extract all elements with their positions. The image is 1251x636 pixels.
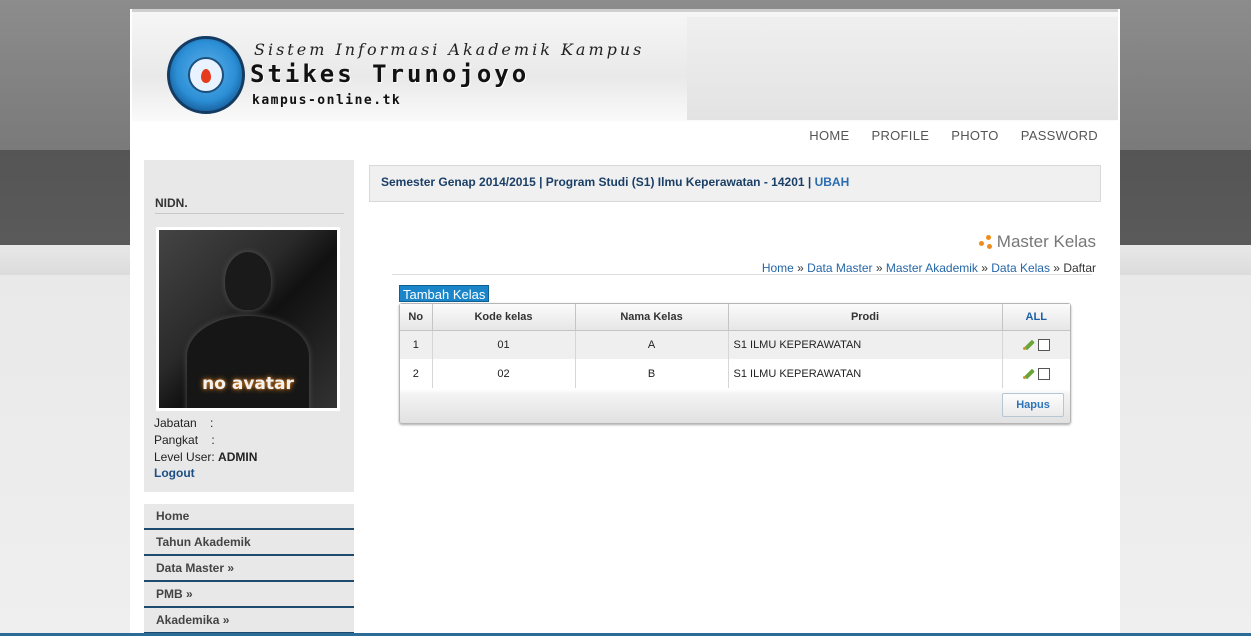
header-panel <box>687 17 1118 120</box>
cell-actions <box>1002 330 1070 359</box>
avatar-caption: no avatar <box>202 374 294 394</box>
page-container: Sistem Informasi Akademik Kampus Stikes … <box>130 9 1120 636</box>
col-header-kode: Kode kelas <box>432 304 576 331</box>
breadcrumb-home[interactable]: Home <box>762 261 794 275</box>
nav-photo[interactable]: PHOTO <box>951 128 999 143</box>
nidn-label: NIDN. <box>155 196 344 214</box>
cell-kode: 01 <box>432 330 576 359</box>
cell-nama: A <box>575 330 729 359</box>
site-subtitle: Sistem Informasi Akademik Kampus <box>254 40 645 59</box>
col-header-nama: Nama Kelas <box>575 304 729 331</box>
edit-pencil-icon[interactable] <box>1022 339 1035 351</box>
delete-button[interactable]: Hapus <box>1002 393 1064 417</box>
level-value: ADMIN <box>218 450 258 464</box>
cell-no: 2 <box>400 359 433 388</box>
sidebar-menu: Home Tahun Akademik Data Master » PMB » … <box>144 504 354 634</box>
col-header-no: No <box>400 304 433 331</box>
cell-prodi: S1 ILMU KEPERAWATAN <box>728 330 1003 359</box>
breadcrumb-data-master[interactable]: Data Master <box>807 261 872 275</box>
menu-item-akademika[interactable]: Akademika » <box>144 608 354 634</box>
ubah-link[interactable]: UBAH <box>815 175 850 189</box>
semester-text: Semester Genap 2014/2015 | Program Studi… <box>381 175 815 189</box>
divider <box>392 274 1092 275</box>
nav-password[interactable]: PASSWORD <box>1021 128 1098 143</box>
row-checkbox[interactable] <box>1037 367 1050 380</box>
table-row: 1 01 A S1 ILMU KEPERAWATAN <box>400 330 1070 359</box>
top-nav: HOME PROFILE PHOTO PASSWORD <box>809 128 1098 143</box>
site-header: Sistem Informasi Akademik Kampus Stikes … <box>132 9 1118 121</box>
class-table-box: No Kode kelas Nama Kelas Prodi ALL 1 01 … <box>399 303 1071 424</box>
jabatan-label: Jabatan : <box>154 416 214 430</box>
add-class-button[interactable]: Tambah Kelas <box>399 285 490 302</box>
pangkat-label: Pangkat : <box>154 433 215 447</box>
menu-item-home[interactable]: Home <box>144 504 354 530</box>
user-panel: NIDN. no avatar Jabatan : Pangkat : Leve… <box>144 160 354 492</box>
col-header-prodi: Prodi <box>728 304 1003 331</box>
nav-home[interactable]: HOME <box>809 128 849 143</box>
page-title: Master Kelas <box>977 232 1096 252</box>
row-checkbox[interactable] <box>1037 338 1050 351</box>
menu-item-pmb[interactable]: PMB » <box>144 582 354 608</box>
breadcrumb-current: Daftar <box>1063 261 1096 275</box>
breadcrumb-master-akademik[interactable]: Master Akademik <box>886 261 978 275</box>
logout-link[interactable]: Logout <box>154 466 195 480</box>
level-user: Level User: ADMIN <box>154 450 257 464</box>
page-title-text: Master Kelas <box>996 232 1096 251</box>
cell-kode: 02 <box>432 359 576 388</box>
cell-actions <box>1002 359 1070 388</box>
menu-item-tahun-akademik[interactable]: Tahun Akademik <box>144 530 354 556</box>
dots-icon <box>977 234 993 250</box>
menu-item-data-master[interactable]: Data Master » <box>144 556 354 582</box>
class-table: No Kode kelas Nama Kelas Prodi ALL 1 01 … <box>400 304 1070 388</box>
cell-nama: B <box>575 359 729 388</box>
tut-wuri-logo-icon <box>167 36 245 114</box>
cell-prodi: S1 ILMU KEPERAWATAN <box>728 359 1003 388</box>
main-content: Semester Genap 2014/2015 | Program Studi… <box>364 160 1106 440</box>
edit-pencil-icon[interactable] <box>1022 368 1035 380</box>
site-title: Stikes Trunojoyo <box>250 60 530 88</box>
avatar: no avatar <box>156 227 340 411</box>
breadcrumb-data-kelas[interactable]: Data Kelas <box>991 261 1050 275</box>
cell-no: 1 <box>400 330 433 359</box>
site-url: kampus-online.tk <box>252 93 402 108</box>
level-label: Level User: <box>154 450 215 464</box>
semester-bar: Semester Genap 2014/2015 | Program Studi… <box>369 165 1101 202</box>
breadcrumb: Home » Data Master » Master Akademik » D… <box>761 261 1096 275</box>
nav-profile[interactable]: PROFILE <box>871 128 929 143</box>
table-row: 2 02 B S1 ILMU KEPERAWATAN <box>400 359 1070 388</box>
select-all-link[interactable]: ALL <box>1002 304 1070 331</box>
